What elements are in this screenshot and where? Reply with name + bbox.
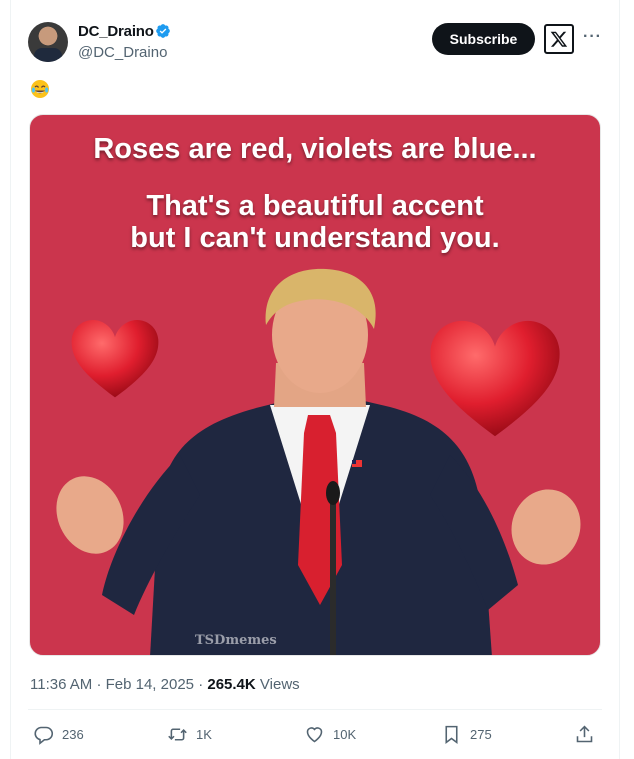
like-button[interactable]: 10K	[304, 722, 356, 746]
heart-icon	[306, 726, 323, 742]
share-button[interactable]	[574, 722, 603, 746]
x-logo-glyph	[550, 31, 568, 47]
verified-badge-icon	[156, 24, 170, 38]
avatar[interactable]	[28, 22, 68, 62]
bookmark-count: 275	[470, 726, 492, 742]
repost-count: 1K	[196, 726, 212, 742]
face-with-tears-of-joy-icon	[31, 80, 49, 98]
repost-button[interactable]: 1K	[167, 722, 212, 746]
reply-button[interactable]: 236	[33, 722, 84, 746]
more-options-icon[interactable]: ···	[583, 28, 602, 46]
meme-text-line-2: That's a beautiful accent	[146, 190, 484, 222]
meme-text-line-3: but I can't understand you.	[130, 222, 500, 254]
post-time[interactable]: 11:36 AM	[30, 676, 92, 693]
x-logo-icon[interactable]	[544, 24, 574, 54]
watermark: TSDmemes	[195, 633, 277, 648]
share-icon	[576, 725, 593, 742]
person-figure	[56, 268, 581, 655]
subscribe-button[interactable]: Subscribe	[432, 23, 535, 55]
meta-separator-2: ·	[198, 676, 204, 693]
post-date[interactable]: Feb 14, 2025	[106, 676, 194, 693]
reply-count: 236	[62, 726, 84, 742]
reply-icon	[34, 726, 54, 745]
like-count: 10K	[333, 726, 357, 742]
handle[interactable]: @DC_Draino	[78, 44, 167, 61]
meme-text-line-1: Roses are red, violets are blue...	[93, 133, 537, 165]
bookmark-icon	[445, 725, 458, 744]
repost-icon	[168, 727, 187, 741]
bookmark-button[interactable]: 275	[441, 722, 492, 746]
post-image[interactable]: Roses are red, violets are blue... That'…	[29, 114, 601, 656]
divider	[28, 709, 602, 710]
display-name[interactable]: DC_Draino	[78, 23, 154, 40]
post-meta: 11:36 AM · Feb 14, 2025 · 265.4K Views	[30, 676, 300, 693]
views-label: Views	[259, 676, 300, 693]
meta-separator: ·	[96, 676, 102, 693]
views-count: 265.4K	[207, 676, 256, 693]
